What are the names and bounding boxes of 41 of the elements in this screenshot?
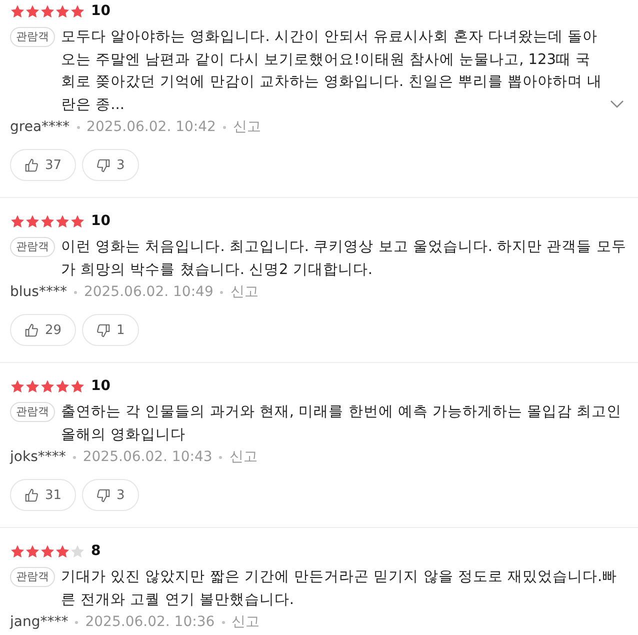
dislike-button[interactable]: 3 [82, 479, 139, 511]
username: joks**** [10, 449, 66, 465]
thumbs-up-icon [24, 488, 39, 502]
username: jang**** [10, 614, 68, 630]
username: grea**** [10, 119, 70, 135]
like-button[interactable]: 37 [10, 149, 76, 181]
like-button[interactable]: 31 [10, 479, 76, 511]
review-date: 2025.06.02. 10:42 [86, 119, 216, 135]
separator-dot [222, 620, 225, 624]
separator-dot [222, 126, 226, 128]
chevron-down-icon[interactable] [610, 100, 624, 108]
viewer-badge: 관람객 [10, 237, 55, 257]
thumbs-down-icon [96, 488, 111, 502]
viewer-badge: 관람객 [10, 402, 55, 422]
thumbs-down-icon [96, 158, 111, 172]
rating-score: 10 [91, 378, 110, 394]
separator-dot [72, 456, 76, 458]
dislike-button[interactable]: 1 [82, 314, 139, 346]
review-date: 2025.06.02. 10:49 [84, 284, 214, 300]
viewer-badge: 관람객 [10, 27, 55, 47]
separator-dot [74, 290, 77, 294]
username: blus**** [10, 284, 67, 300]
separator-dot [219, 456, 222, 458]
like-button[interactable]: 29 [10, 314, 76, 346]
separator-dot [75, 620, 78, 624]
rating-score: 10 [91, 3, 110, 19]
thumbs-down-icon [96, 322, 111, 338]
review-date: 2025.06.02. 10:36 [85, 614, 215, 630]
review-date: 2025.06.02. 10:43 [82, 449, 212, 465]
viewer-badge: 관람객 [10, 567, 55, 587]
review-text: 출연하는 각 인물들의 과거와 현재, 미래를 한번에 예측 가능하게하는 몰입감 최고인 올해의 영화입니다 [61, 403, 623, 444]
review-text: 모두다 알아야하는 영화입니다. 시간이 안되서 유료시사회 혼자 다녀왔는데 돌아오는 주말엔 남편과 같이 다시 보기로했어요!이태원 참사에 눈물나고, 123때 국회로 쫒아갔던 기억에 만감이 교차하는 영화입니다. 친일은 뿌리를 뽑아야하며 내란은 종... [61, 28, 604, 114]
separator-dot [220, 290, 224, 294]
review-text: 이런 영화는 처음입니다. 최고입니다. 쿠키영상 보고 울었습니다. 하지만 관객들 모두가 희망의 박수를 쳤습니다. 신명2 기대합니다. [61, 238, 628, 280]
thumbs-up-icon [24, 158, 39, 172]
separator-dot [76, 126, 80, 128]
rating-score: 10 [91, 213, 110, 229]
thumbs-up-icon [24, 322, 39, 338]
rating-score: 8 [91, 543, 101, 559]
dislike-button[interactable]: 3 [82, 149, 139, 181]
review-text: 기대가 있진 않았지만 짧은 기간에 만든거라곤 믿기지 않을 정도로 재밌었습니다.빠른 전개와 고퀄 연기 볼만했습니다. [61, 568, 618, 610]
